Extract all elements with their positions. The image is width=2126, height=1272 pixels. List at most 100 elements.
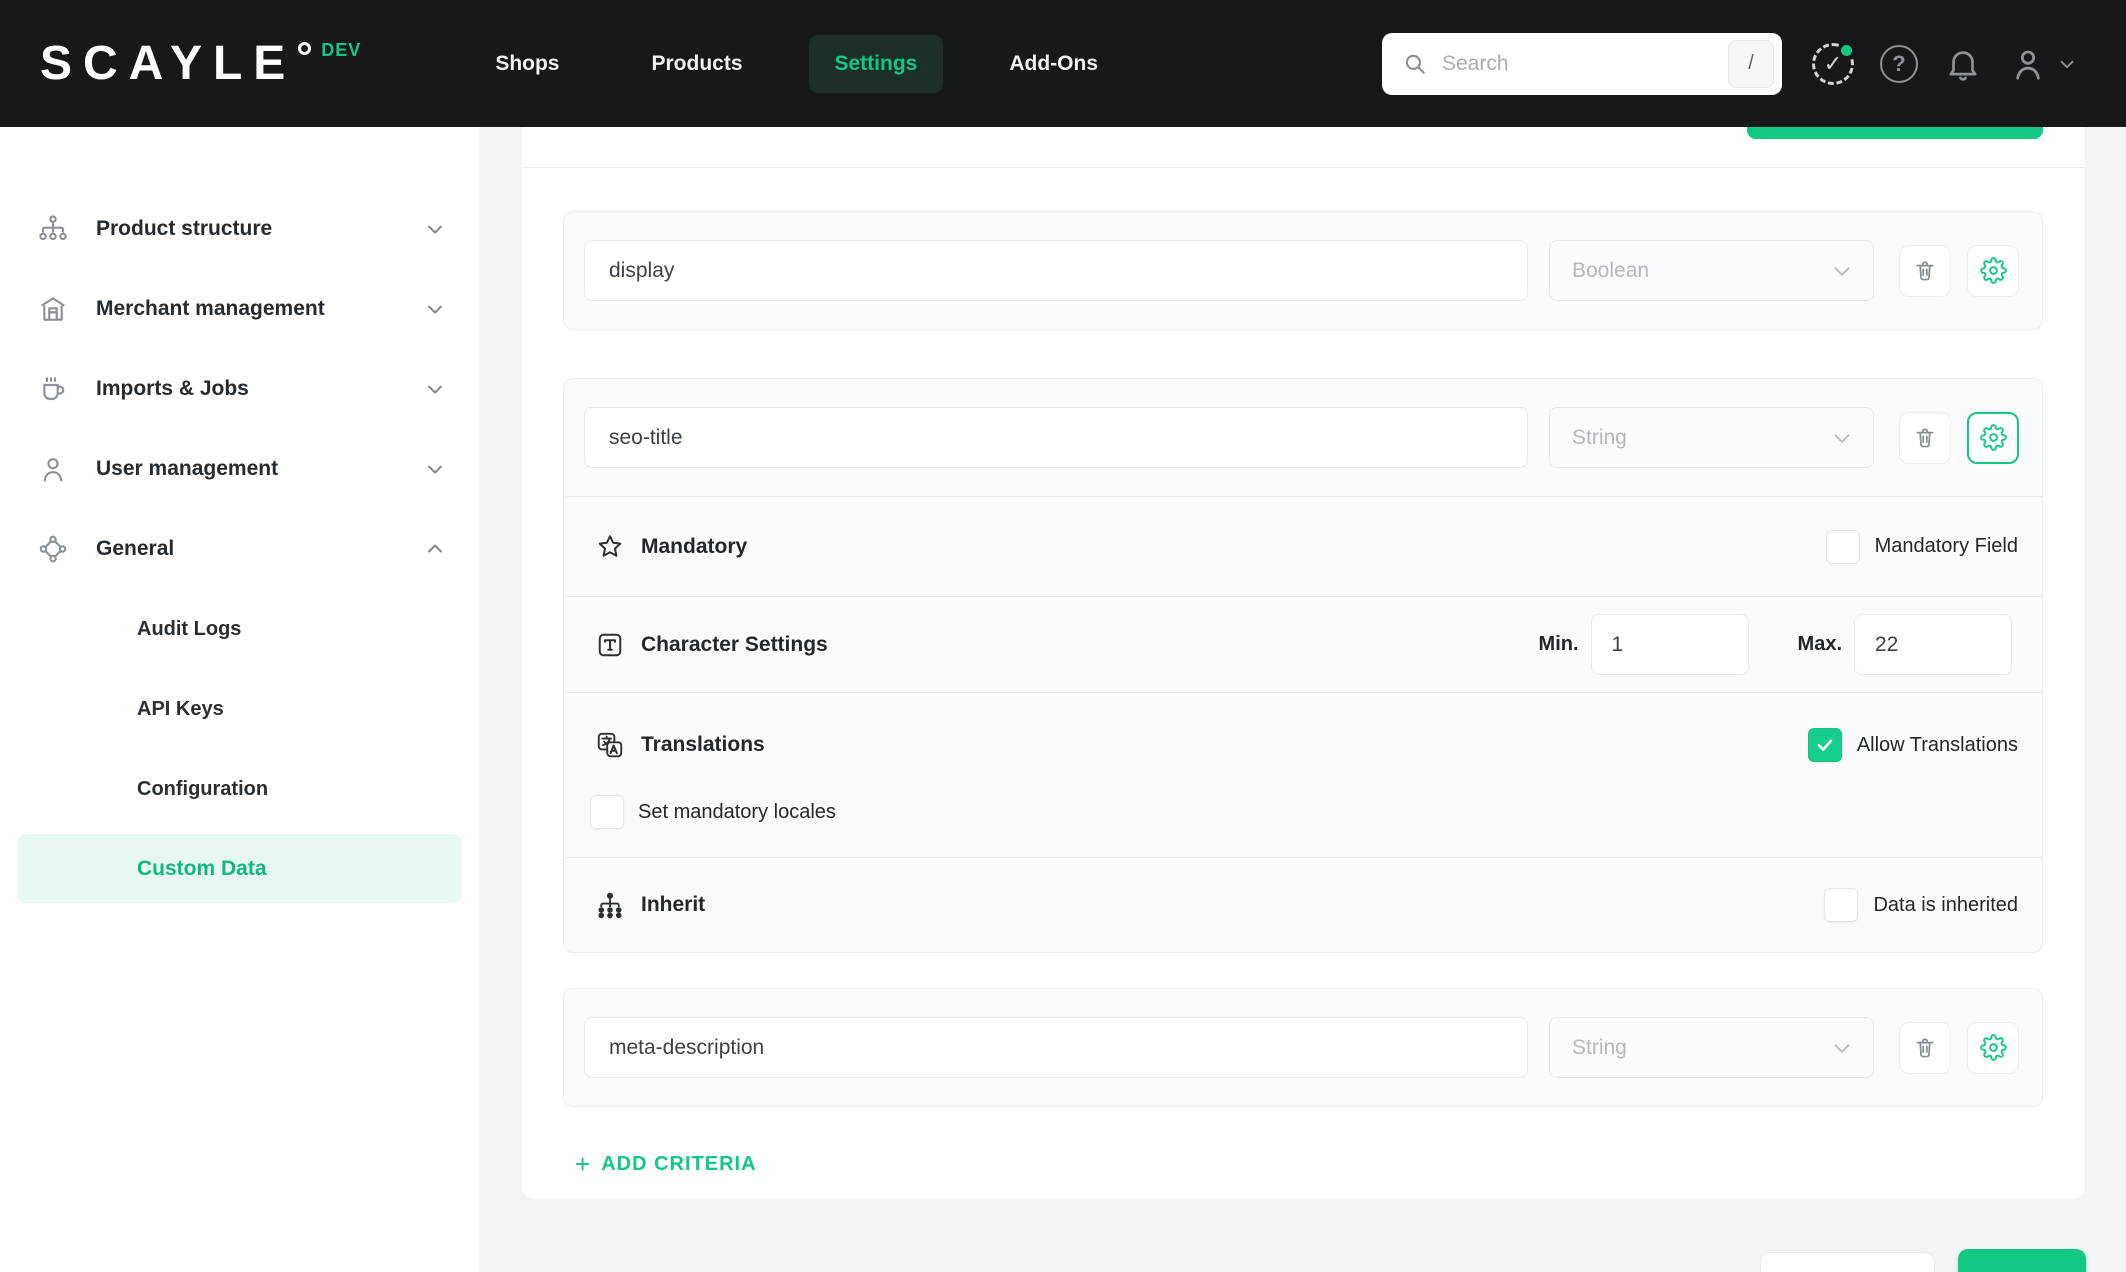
criteria-type-select[interactable]: String bbox=[1549, 407, 1874, 468]
sitemap-icon bbox=[37, 213, 69, 245]
footer-strip bbox=[522, 1199, 2086, 1272]
criteria-name-input[interactable] bbox=[584, 1017, 1528, 1078]
trash-icon bbox=[1916, 1037, 1934, 1057]
criteria-settings-button-active[interactable] bbox=[1967, 411, 2019, 464]
store-icon bbox=[37, 293, 69, 325]
nav-shops[interactable]: Shops bbox=[469, 35, 585, 93]
min-label: Min. bbox=[1538, 633, 1579, 655]
data-inherited-checkbox-group[interactable]: Data is inherited bbox=[1824, 888, 2018, 922]
add-criteria-label: ADD CRITERIA bbox=[601, 1152, 757, 1175]
mandatory-field-checkbox-group[interactable]: Mandatory Field bbox=[1825, 529, 2018, 564]
plus-icon: + bbox=[575, 1149, 592, 1179]
nav-settings[interactable]: Settings bbox=[808, 34, 944, 93]
criteria-card-display: Boolean bbox=[563, 211, 2043, 330]
sidebar-item-imports-jobs[interactable]: Imports & Jobs bbox=[0, 349, 479, 429]
max-label: Max. bbox=[1797, 633, 1842, 655]
nodes-icon bbox=[37, 533, 69, 565]
gear-icon bbox=[1979, 1034, 2007, 1061]
criteria-type-select[interactable]: Boolean bbox=[1549, 240, 1874, 301]
max-input[interactable] bbox=[1854, 614, 2012, 675]
top-header: SCAYLE DEV Shops Products Settings Add-O… bbox=[0, 0, 2126, 127]
criteria-row: String bbox=[564, 379, 2042, 496]
delete-criteria-button[interactable] bbox=[1899, 411, 1951, 464]
sidebar-item-configuration[interactable]: Configuration bbox=[0, 749, 479, 829]
translate-icon bbox=[597, 732, 623, 758]
criteria-type-value: Boolean bbox=[1572, 258, 1650, 282]
sidebar-item-label: Product structure bbox=[96, 217, 273, 240]
env-badge: DEV bbox=[321, 39, 362, 60]
checkbox-checked[interactable] bbox=[1807, 728, 1842, 762]
star-icon bbox=[598, 534, 622, 557]
custom-data-panel: Boolean String bbox=[522, 127, 2085, 1199]
character-settings-section: Character Settings Min. Max. bbox=[564, 596, 2042, 692]
section-title: Character Settings bbox=[641, 632, 828, 656]
check-icon bbox=[1817, 739, 1833, 751]
criteria-type-value: String bbox=[1572, 425, 1627, 449]
criteria-name-input[interactable] bbox=[584, 240, 1528, 301]
coffee-cup-icon bbox=[37, 373, 69, 405]
account-menu[interactable] bbox=[2008, 44, 2078, 84]
sidebar-item-general[interactable]: General bbox=[0, 509, 479, 589]
trash-icon bbox=[1916, 260, 1934, 280]
add-criteria-button[interactable]: + ADD CRITERIA bbox=[575, 1151, 757, 1177]
min-input[interactable] bbox=[1590, 614, 1749, 675]
checkbox-unchecked[interactable] bbox=[1824, 888, 1859, 922]
delete-criteria-button[interactable] bbox=[1899, 1021, 1951, 1074]
checkbox-unchecked[interactable] bbox=[1825, 529, 1860, 564]
gear-icon bbox=[1979, 424, 2007, 451]
scayle-logo[interactable]: SCAYLE DEV bbox=[40, 39, 362, 88]
criteria-settings-button[interactable] bbox=[1967, 244, 2019, 297]
checkbox-unchecked[interactable] bbox=[590, 795, 624, 829]
chevron-down-icon bbox=[2060, 60, 2074, 68]
allow-translations-checkbox-group[interactable]: Allow Translations bbox=[1807, 728, 2018, 762]
chevron-up-icon bbox=[423, 537, 447, 561]
nav-products[interactable]: Products bbox=[625, 35, 768, 93]
sidebar-item-product-structure[interactable]: Product structure bbox=[0, 189, 479, 269]
chevron-down-icon bbox=[423, 217, 447, 241]
help-icon[interactable]: ? bbox=[1880, 44, 1918, 83]
sidebar-gutter bbox=[479, 127, 522, 1272]
sidebar-item-user-management[interactable]: User management bbox=[0, 429, 479, 509]
delete-criteria-button[interactable] bbox=[1899, 244, 1951, 297]
sidebar-item-audit-logs[interactable]: Audit Logs bbox=[0, 589, 479, 669]
sidebar-item-custom-data[interactable]: Custom Data bbox=[17, 834, 462, 903]
main-column: Boolean String bbox=[522, 127, 2086, 1272]
sidebar-item-label: Merchant management bbox=[96, 297, 325, 320]
sidebar-item-label: Imports & Jobs bbox=[96, 377, 249, 400]
sidebar-item-merchant-management[interactable]: Merchant management bbox=[0, 269, 479, 349]
criteria-type-select[interactable]: String bbox=[1549, 1017, 1874, 1078]
inherit-hierarchy-icon bbox=[598, 892, 622, 919]
global-search[interactable]: / bbox=[1382, 32, 1782, 95]
status-green-dot bbox=[1838, 41, 1855, 59]
app-body: Product structure Merchant management Im… bbox=[0, 127, 2126, 1272]
user-icon bbox=[37, 453, 69, 485]
logo-circle-mark bbox=[298, 41, 312, 55]
notifications-bell-icon[interactable] bbox=[1944, 45, 1982, 83]
mandatory-section: Mandatory Mandatory Field bbox=[564, 496, 2042, 596]
chevron-down-icon bbox=[1834, 433, 1850, 443]
criteria-settings-button[interactable] bbox=[1967, 1021, 2019, 1074]
save-button-clipped[interactable] bbox=[1747, 127, 2043, 139]
sidebar-item-label: General bbox=[96, 537, 175, 560]
nav-add-ons[interactable]: Add-Ons bbox=[983, 35, 1124, 93]
status-progress-icon[interactable]: ✓ bbox=[1812, 41, 1855, 85]
search-input[interactable] bbox=[1442, 51, 1728, 76]
section-title: Mandatory bbox=[641, 534, 748, 558]
footer-primary-button-clipped[interactable] bbox=[1958, 1249, 2086, 1272]
checkbox-label: Set mandatory locales bbox=[638, 800, 836, 823]
settings-sidebar: Product structure Merchant management Im… bbox=[0, 127, 479, 1272]
right-gutter bbox=[2085, 127, 2126, 1272]
criteria-card-seo-title: String Mandatory bbox=[563, 378, 2043, 953]
criteria-name-input[interactable] bbox=[584, 407, 1528, 468]
checkbox-label: Mandatory Field bbox=[1874, 535, 2018, 557]
header-right: / ✓ ? bbox=[1382, 32, 2078, 95]
mandatory-locales-checkbox-group[interactable]: Set mandatory locales bbox=[590, 795, 2018, 829]
sidebar-item-api-keys[interactable]: API Keys bbox=[0, 669, 479, 749]
search-icon bbox=[1405, 54, 1425, 74]
checkbox-label: Data is inherited bbox=[1873, 893, 2018, 916]
main-nav: Shops Products Settings Add-Ons bbox=[469, 34, 1124, 93]
inherit-section: Inherit Data is inherited bbox=[564, 857, 2042, 952]
footer-secondary-button-clipped[interactable] bbox=[1760, 1252, 1935, 1272]
text-format-icon bbox=[598, 633, 622, 656]
trash-icon bbox=[1916, 427, 1934, 447]
